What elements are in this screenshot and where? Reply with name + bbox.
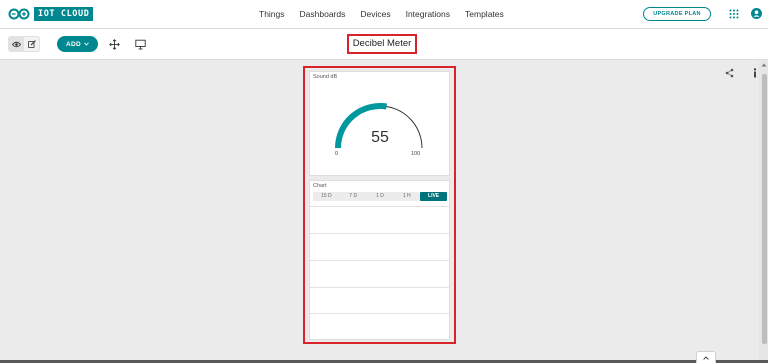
view-mode-button[interactable] [9, 37, 24, 51]
add-widget-button[interactable]: ADD [57, 36, 98, 52]
scrollbar-thumb[interactable] [762, 74, 767, 344]
gauge-value: 55 [371, 129, 389, 146]
arduino-infinity-icon [8, 8, 30, 20]
share-icon[interactable] [725, 68, 734, 78]
chart-grid-line [310, 260, 449, 261]
gauge-dial [335, 103, 423, 149]
top-navigation-bar: IOT CLOUD Things Dashboards Devices Inte… [0, 0, 768, 29]
user-avatar-icon[interactable] [751, 8, 762, 19]
nav-things[interactable]: Things [259, 8, 285, 20]
time-range-selector: 15 D 7 D 1 D 1 H LIVE [313, 192, 447, 201]
apps-grid-icon[interactable] [729, 9, 739, 19]
present-icon[interactable] [135, 39, 146, 50]
move-icon[interactable] [109, 39, 120, 50]
chart-grid-line [310, 206, 449, 207]
range-15d-button[interactable]: 15 D [313, 192, 340, 201]
nav-devices[interactable]: Devices [360, 8, 390, 20]
range-live-button[interactable]: LIVE [420, 192, 447, 201]
nav-integrations[interactable]: Integrations [406, 8, 450, 20]
view-edit-toggle[interactable] [8, 36, 40, 52]
brand-name: IOT CLOUD [34, 7, 94, 21]
edit-mode-button[interactable] [24, 37, 39, 51]
dashboard-title[interactable]: Decibel Meter [347, 34, 417, 54]
nav-templates[interactable]: Templates [465, 8, 504, 20]
add-button-label: ADD [66, 40, 81, 48]
chevron-down-icon [84, 42, 89, 46]
collapse-panel-tab[interactable] [696, 351, 716, 363]
chart-grid-line [310, 287, 449, 288]
eye-icon [12, 41, 21, 47]
main-nav: Things Dashboards Devices Integrations T… [259, 8, 519, 20]
scroll-up-arrow-icon[interactable] [761, 62, 767, 68]
upgrade-plan-button[interactable]: UPGRADE PLAN [643, 7, 711, 21]
chart-widget[interactable]: Chart 15 D 7 D 1 D 1 H LIVE [309, 180, 450, 340]
gauge-min-label: 0 [335, 151, 339, 157]
gauge-widget[interactable]: Sound dB 55 0 100 [309, 71, 450, 176]
pencil-icon [27, 40, 36, 48]
gauge-max-label: 100 [411, 151, 421, 157]
info-icon[interactable] [752, 68, 758, 78]
chevron-up-icon [703, 355, 709, 360]
nav-dashboards[interactable]: Dashboards [300, 8, 346, 20]
chart-widget-label: Chart [313, 183, 327, 189]
chart-grid-line [310, 313, 449, 314]
chart-grid-line [310, 233, 449, 234]
range-1d-button[interactable]: 1 D [367, 192, 394, 201]
range-7d-button[interactable]: 7 D [340, 192, 367, 201]
range-1h-button[interactable]: 1 H [393, 192, 420, 201]
arduino-iot-cloud-logo[interactable]: IOT CLOUD [8, 7, 96, 21]
